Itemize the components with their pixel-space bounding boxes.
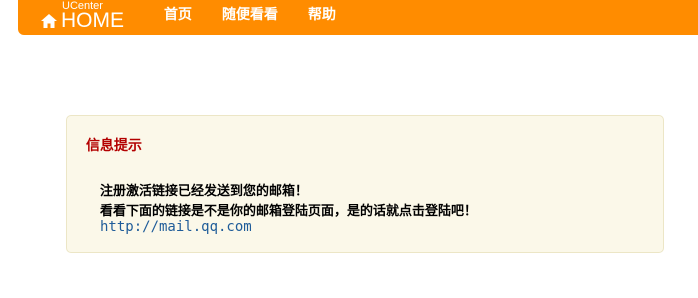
home-icon — [40, 12, 58, 30]
top-navigation-bar: UCenter HOME 首页 随便看看 帮助 — [18, 0, 698, 35]
main-nav: 首页 随便看看 帮助 — [164, 0, 366, 28]
logo-home-group: HOME — [40, 9, 124, 33]
message-line-sent: 注册激活链接已经发送到您的邮箱！ — [100, 184, 309, 199]
nav-item-help[interactable]: 帮助 — [308, 4, 336, 24]
message-line-instruction: 看看下面的链接是不是你的邮箱登陆页面，是的话就点击登陆吧！ — [100, 204, 478, 219]
message-title: 信息提示 — [86, 138, 142, 154]
mailbox-login-link[interactable]: http://mail.qq.com — [100, 219, 252, 235]
nav-item-home[interactable]: 首页 — [164, 4, 192, 24]
message-box: 信息提示 注册激活链接已经发送到您的邮箱！ 看看下面的链接是不是你的邮箱登陆页面… — [66, 115, 664, 253]
logo-title: HOME — [61, 9, 124, 32]
nav-item-browse[interactable]: 随便看看 — [222, 4, 278, 24]
